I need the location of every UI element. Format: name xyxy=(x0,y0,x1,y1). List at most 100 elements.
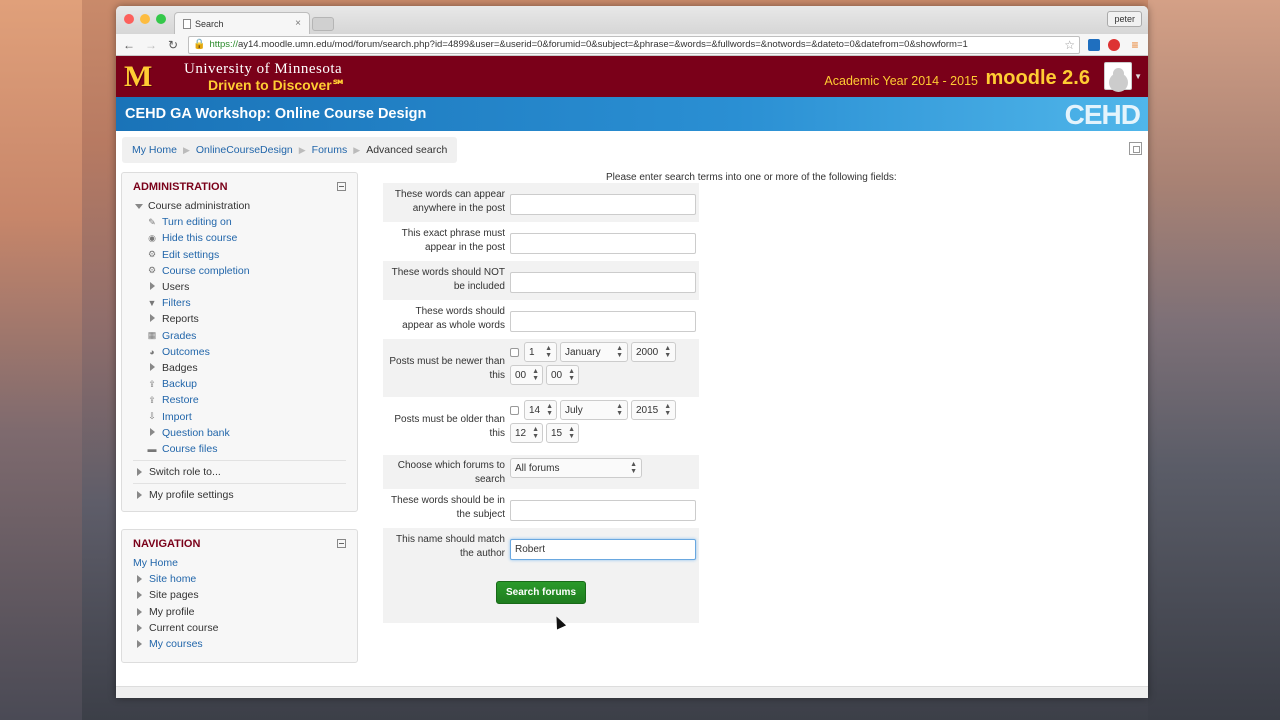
nav-my-home[interactable]: My Home xyxy=(133,555,357,571)
course-administration-node[interactable]: Course administration xyxy=(135,198,357,214)
close-window-button[interactable] xyxy=(124,14,134,24)
subject-input[interactable] xyxy=(510,500,696,521)
admin-item-grades[interactable]: ▦ Grades xyxy=(135,328,357,344)
collapsed-arrow-icon xyxy=(137,575,142,584)
select-arrow-icon: ▲ ▼ xyxy=(546,403,554,417)
nav-site-pages[interactable]: Site pages xyxy=(135,587,357,603)
divider xyxy=(133,460,346,461)
nav-my-courses[interactable]: My courses xyxy=(135,636,357,652)
notwords-input[interactable] xyxy=(510,272,696,293)
bookmark-star-icon[interactable]: ☆ xyxy=(1064,38,1075,52)
eye-icon: ◉ xyxy=(148,232,156,243)
older-than-checkbox[interactable] xyxy=(510,405,519,415)
browser-tab[interactable]: Search × xyxy=(174,12,310,34)
collapsed-arrow-icon xyxy=(149,314,155,323)
fullwords-label: These words should appear as whole words xyxy=(402,306,505,331)
collapse-icon[interactable] xyxy=(337,182,346,191)
collapsed-arrow-icon xyxy=(137,607,142,616)
navigation-block: NAVIGATION My Home Site home Site pages … xyxy=(121,529,358,663)
newer-day-select[interactable]: 1 ▲ ▼ xyxy=(524,342,557,362)
admin-item-edit-settings[interactable]: ⚙ Edit settings xyxy=(135,247,357,263)
nav-site-home[interactable]: Site home xyxy=(135,571,357,587)
navigation-title: NAVIGATION xyxy=(133,538,201,550)
umn-logo[interactable]: M xyxy=(124,62,152,92)
select-arrow-icon: ▲ ▼ xyxy=(664,403,672,417)
newer-hour-select[interactable]: 00 ▲ ▼ xyxy=(510,365,543,385)
new-tab-button[interactable] xyxy=(312,17,334,31)
administration-block: ADMINISTRATION Course administration ✎ Tu… xyxy=(121,172,358,512)
form-row-phrase: This exact phrase must appear in the pos… xyxy=(383,222,699,261)
back-icon[interactable]: ← xyxy=(122,38,136,52)
user-avatar[interactable] xyxy=(1104,62,1132,90)
older-day-select[interactable]: 14 ▲ ▼ xyxy=(524,400,557,420)
admin-item-course-completion[interactable]: ⚙ Course completion xyxy=(135,263,357,279)
pencil-icon: ✎ xyxy=(148,216,156,227)
zoom-window-button[interactable] xyxy=(156,14,166,24)
moodle-logo: moodle 2.6 xyxy=(985,67,1090,89)
profile-button[interactable]: peter xyxy=(1107,11,1142,27)
admin-item-outcomes[interactable]: ◕ Outcomes xyxy=(135,344,357,360)
reload-icon[interactable]: ↻ xyxy=(166,38,180,52)
older-month-select[interactable]: July ▲ ▼ xyxy=(560,400,628,420)
select-arrow-icon: ▲ ▼ xyxy=(568,368,576,382)
select-arrow-icon: ▲ ▼ xyxy=(568,426,576,440)
address-bar[interactable]: 🔒 https://ay14.moodle.umn.edu/mod/forum/… xyxy=(188,35,1080,54)
newer-year-select[interactable]: 2000 ▲ ▼ xyxy=(631,342,676,362)
extension-icon[interactable] xyxy=(1088,38,1100,51)
menu-icon[interactable]: ≡ xyxy=(1128,38,1142,52)
select-arrow-icon: ▲ ▼ xyxy=(616,345,623,359)
grades-icon: ▦ xyxy=(147,330,157,341)
admin-item-import[interactable]: ⇩ Import xyxy=(135,408,357,424)
newer-than-checkbox[interactable] xyxy=(510,347,519,357)
collapse-icon[interactable] xyxy=(337,539,346,548)
author-input[interactable]: Robert xyxy=(510,539,696,560)
breadcrumb-separator-icon: ▶ xyxy=(182,144,190,155)
select-arrow-icon: ▲ ▼ xyxy=(532,368,540,382)
fullscreen-icon[interactable] xyxy=(1129,142,1142,155)
form-row-notwords: These words should NOT be included xyxy=(383,261,699,300)
admin-item-restore[interactable]: ⇪ Restore xyxy=(135,392,357,408)
profile-settings-node[interactable]: My profile settings xyxy=(135,487,357,503)
breadcrumb-my-home[interactable]: My Home xyxy=(132,144,177,156)
admin-item-turn-editing[interactable]: ✎ Turn editing on xyxy=(135,214,357,230)
older-minute-select[interactable]: 15 ▲ ▼ xyxy=(546,423,579,443)
course-title[interactable]: CEHD GA Workshop: Online Course Design xyxy=(125,106,426,122)
nav-current-course[interactable]: Current course xyxy=(135,620,357,636)
newer-month-select[interactable]: January ▲ ▼ xyxy=(560,342,628,362)
older-year-select[interactable]: 2015 ▲ ▼ xyxy=(631,400,676,420)
close-tab-icon[interactable]: × xyxy=(295,18,301,29)
search-intro-text: Please enter search terms into one or mo… xyxy=(606,172,897,183)
phrase-input[interactable] xyxy=(510,233,696,254)
fullwords-input[interactable] xyxy=(510,311,696,332)
forum-select[interactable]: All forums ▲ ▼ xyxy=(510,458,642,478)
switch-role-node[interactable]: Switch role to... xyxy=(135,464,357,480)
admin-item-question-bank[interactable]: Question bank xyxy=(135,425,357,441)
breadcrumb-forums[interactable]: Forums xyxy=(312,144,348,156)
newer-than-label: Posts must be newer than this xyxy=(389,356,505,381)
user-menu-caret-icon[interactable]: ▼ xyxy=(1134,72,1142,81)
opera-extension-icon[interactable] xyxy=(1108,38,1120,51)
admin-item-users[interactable]: Users xyxy=(135,279,357,295)
collapsed-arrow-icon xyxy=(149,282,155,291)
admin-item-backup[interactable]: ⇪ Backup xyxy=(135,376,357,392)
admin-item-reports[interactable]: Reports xyxy=(135,311,357,327)
admin-item-hide-course[interactable]: ◉ Hide this course xyxy=(135,230,357,246)
desktop-background-right xyxy=(1148,0,1280,720)
admin-item-badges[interactable]: Badges xyxy=(135,360,357,376)
breadcrumb-separator-icon: ▶ xyxy=(298,144,306,155)
forward-icon[interactable]: → xyxy=(144,38,158,52)
university-name: University of Minnesota xyxy=(184,61,343,77)
admin-item-filters[interactable]: ▼ Filters xyxy=(135,295,357,311)
tab-bar: Search × peter xyxy=(116,6,1148,34)
words-input[interactable] xyxy=(510,194,696,215)
filter-icon: ▼ xyxy=(147,298,157,309)
breadcrumb-course[interactable]: OnlineCourseDesign xyxy=(196,144,293,156)
nav-my-profile[interactable]: My profile xyxy=(135,604,357,620)
tab-title: Search xyxy=(195,18,224,29)
older-hour-select[interactable]: 12 ▲ ▼ xyxy=(510,423,543,443)
admin-item-course-files[interactable]: ▬ Course files xyxy=(135,441,357,457)
url-scheme: https:// xyxy=(209,39,238,50)
search-forums-button[interactable]: Search forums xyxy=(495,581,587,604)
minimize-window-button[interactable] xyxy=(140,14,150,24)
newer-minute-select[interactable]: 00 ▲ ▼ xyxy=(546,365,579,385)
